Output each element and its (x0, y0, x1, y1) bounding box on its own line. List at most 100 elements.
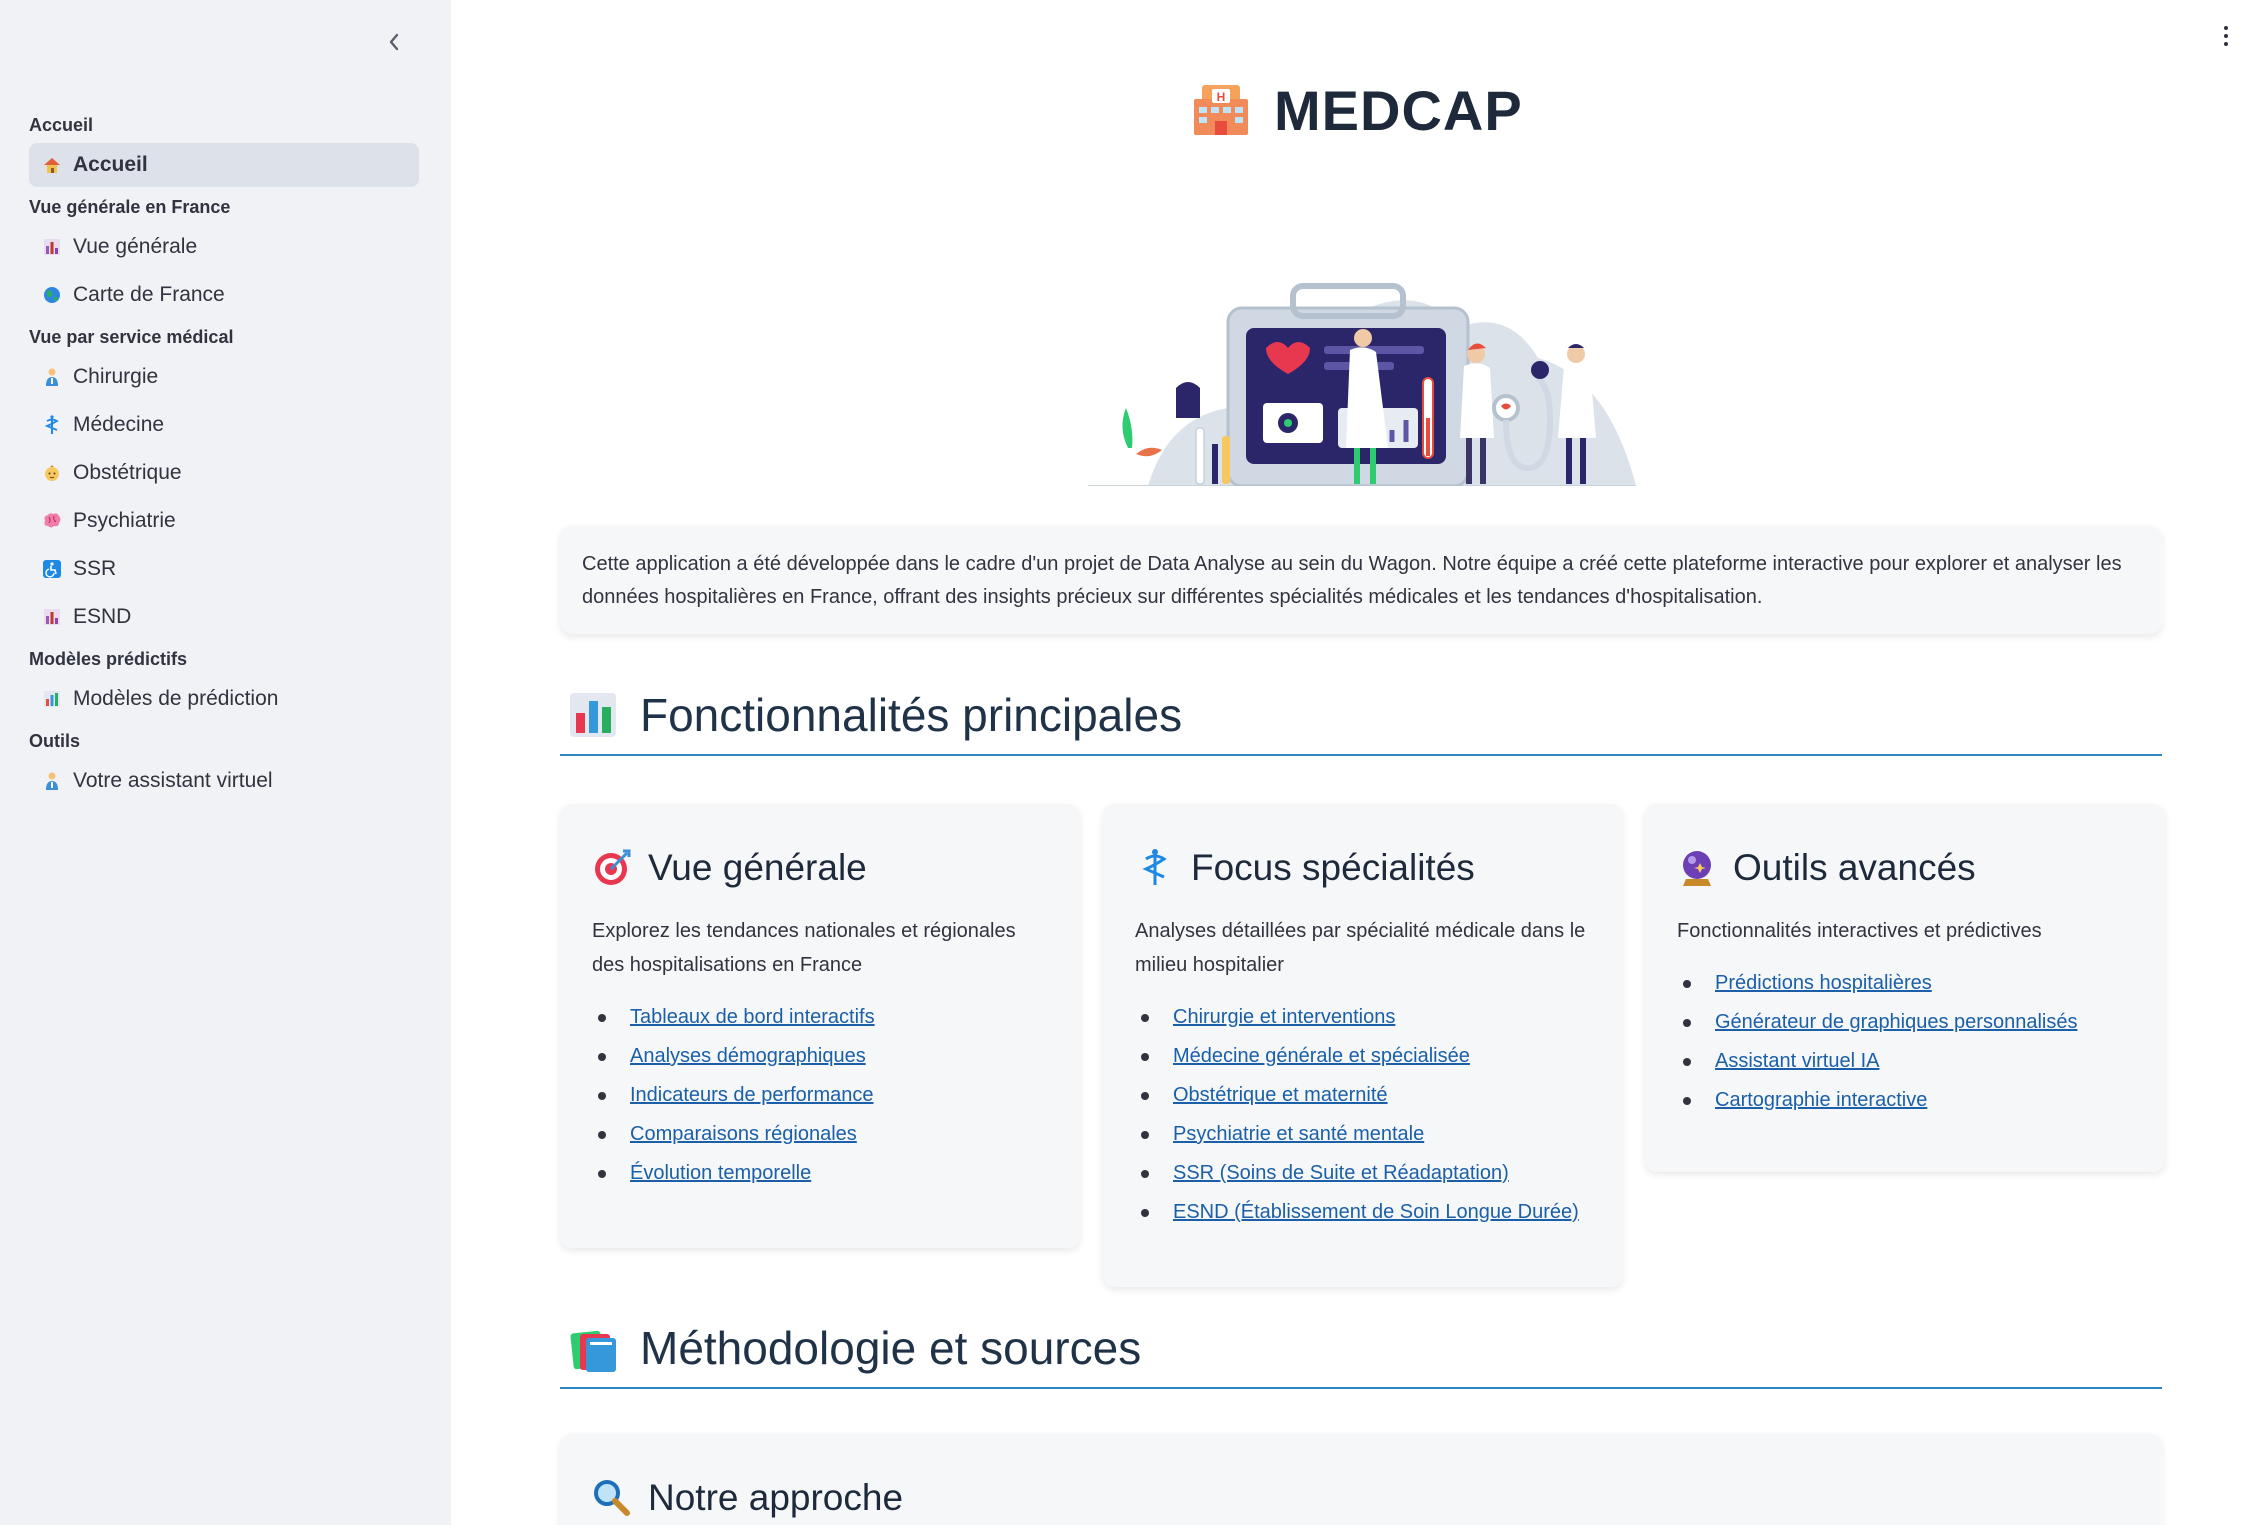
sidebar-item-label: Modèles de prédiction (73, 687, 279, 710)
methodology-title: Méthodologie et sources (640, 1322, 1142, 1374)
link-comparaisons-regionales[interactable]: Comparaisons régionales (630, 1123, 857, 1145)
link-predictions[interactable]: Prédictions hospitalières (1715, 972, 1932, 994)
card-title: Outils avancés (1677, 844, 2133, 892)
link-evolution-temporelle[interactable]: Évolution temporelle (630, 1162, 811, 1184)
card-title-text: Vue générale (648, 847, 867, 888)
sidebar-item-label: Obstétrique (73, 461, 182, 484)
sidebar-item-label: Accueil (73, 153, 148, 176)
list-item: Assistant virtuel IA (1677, 1042, 2133, 1081)
target-icon (592, 848, 632, 888)
link-medecine[interactable]: Médecine générale et spécialisée (1173, 1045, 1470, 1067)
sidebar-item-label: Carte de France (73, 283, 225, 306)
card-description: Analyses détaillées par spécialité médic… (1135, 920, 1586, 976)
globe-icon (41, 284, 63, 306)
card-description: Fonctionnalités interactives et prédicti… (1677, 920, 2042, 942)
medical-symbol-icon (1135, 848, 1175, 888)
sidebar-item-vue-generale[interactable]: Vue générale (29, 225, 419, 269)
medical-symbol-icon (41, 414, 63, 436)
link-tableaux-de-bord[interactable]: Tableaux de bord interactifs (630, 1006, 875, 1028)
sidebar-item-medecine[interactable]: Médecine (29, 403, 419, 447)
link-generateur-graphiques[interactable]: Générateur de graphiques personnalisés (1715, 1011, 2077, 1033)
list-item: Obstétrique et maternité (1135, 1076, 1591, 1115)
bar-chart-icon (41, 606, 63, 628)
card-title-text: Focus spécialités (1191, 847, 1475, 888)
sidebar: Accueil Accueil Vue générale en France V… (0, 0, 451, 1525)
card-title-text: Outils avancés (1733, 847, 1976, 888)
intro-card: Cette application a été développée dans … (560, 526, 2162, 634)
sidebar-item-label: Votre assistant virtuel (73, 769, 273, 792)
intro-text: Cette application a été développée dans … (582, 553, 2122, 608)
features-heading: Fonctionnalités principales (560, 676, 2162, 756)
link-assistant-ia[interactable]: Assistant virtuel IA (1715, 1050, 1880, 1072)
list-item: Comparaisons régionales (592, 1115, 1048, 1154)
link-analyses-demographiques[interactable]: Analyses démographiques (630, 1045, 866, 1067)
crystal-ball-icon (1677, 848, 1717, 888)
list-item: Tableaux de bord interactifs (592, 998, 1048, 1037)
health-worker-icon (41, 770, 63, 792)
bar-chart-icon (41, 688, 63, 710)
list-item: SSR (Soins de Suite et Réadaptation) (1135, 1154, 1591, 1193)
sidebar-item-accueil[interactable]: Accueil (29, 143, 419, 187)
card-description: Explorez les tendances nationales et rég… (592, 920, 1016, 976)
link-indicateurs-performance[interactable]: Indicateurs de performance (630, 1084, 873, 1106)
sidebar-nav: Accueil Accueil Vue générale en France V… (29, 105, 419, 807)
collapse-sidebar-button[interactable] (376, 24, 412, 60)
bar-chart-icon (570, 693, 616, 737)
card-title: Focus spécialités (1135, 844, 1591, 892)
link-obstetrique[interactable]: Obstétrique et maternité (1173, 1084, 1388, 1106)
chevron-left-icon (389, 33, 399, 51)
list-item: Indicateurs de performance (592, 1076, 1048, 1115)
app-title-text: MEDCAP (1274, 78, 1523, 142)
sidebar-item-ssr[interactable]: SSR (29, 547, 419, 591)
link-cartographie[interactable]: Cartographie interactive (1715, 1089, 1927, 1111)
books-icon (570, 1330, 616, 1372)
sidebar-item-label: Psychiatrie (73, 509, 176, 532)
sidebar-item-obstetrique[interactable]: Obstétrique (29, 451, 419, 495)
sidebar-item-modeles-prediction[interactable]: Modèles de prédiction (29, 677, 419, 721)
link-chirurgie[interactable]: Chirurgie et interventions (1173, 1006, 1395, 1028)
sidebar-item-label: SSR (73, 557, 117, 580)
nav-section-accueil: Accueil (29, 115, 94, 135)
card-link-list: Prédictions hospitalières Générateur de … (1677, 964, 2133, 1120)
hospital-icon: H (1194, 85, 1248, 135)
health-worker-icon (41, 366, 63, 388)
sidebar-item-label: Chirurgie (73, 365, 159, 388)
link-esnd[interactable]: ESND (Établissement de Soin Longue Durée… (1173, 1201, 1579, 1223)
list-item: Prédictions hospitalières (1677, 964, 2133, 1003)
feature-card-focus-specialites: Focus spécialités Analyses détaillées pa… (1103, 804, 1623, 1287)
sidebar-item-assistant[interactable]: Votre assistant virtuel (29, 759, 419, 803)
sidebar-item-label: Médecine (73, 413, 165, 436)
list-item: ESND (Établissement de Soin Longue Durée… (1135, 1193, 1591, 1232)
sidebar-item-psychiatrie[interactable]: Psychiatrie (29, 499, 419, 543)
bar-chart-icon (41, 236, 63, 258)
nav-section-service-medical: Vue par service médical (29, 327, 234, 347)
card-link-list: Chirurgie et interventions Médecine géné… (1135, 998, 1591, 1232)
magnifier-icon (592, 1478, 632, 1518)
sidebar-item-label: ESND (73, 605, 132, 628)
card-title: Vue générale (592, 844, 1048, 892)
list-item: Chirurgie et interventions (1135, 998, 1591, 1037)
card-link-list: Tableaux de bord interactifs Analyses dé… (592, 998, 1048, 1193)
sidebar-item-label: Vue générale (73, 235, 198, 258)
baby-icon (41, 462, 63, 484)
house-icon (41, 154, 63, 176)
sidebar-item-carte-de-france[interactable]: Carte de France (29, 273, 419, 317)
sidebar-item-chirurgie[interactable]: Chirurgie (29, 355, 419, 399)
link-ssr[interactable]: SSR (Soins de Suite et Réadaptation) (1173, 1162, 1509, 1184)
wheelchair-icon (41, 558, 63, 580)
sidebar-item-esnd[interactable]: ESND (29, 595, 419, 639)
nav-section-outils: Outils (29, 731, 81, 751)
page-title: H MEDCAP (1190, 70, 1523, 150)
brain-icon (41, 510, 63, 532)
kebab-menu-icon[interactable] (2216, 20, 2236, 52)
list-item: Médecine générale et spécialisée (1135, 1037, 1591, 1076)
list-item: Psychiatrie et santé mentale (1135, 1115, 1591, 1154)
nav-section-modeles: Modèles prédictifs (29, 649, 188, 669)
list-item: Générateur de graphiques personnalisés (1677, 1003, 2133, 1042)
feature-card-vue-generale: Vue générale Explorez les tendances nati… (560, 804, 1080, 1248)
features-title: Fonctionnalités principales (640, 689, 1183, 741)
link-psychiatrie[interactable]: Psychiatrie et santé mentale (1173, 1123, 1424, 1145)
nav-section-vue-generale: Vue générale en France (29, 197, 231, 217)
list-item: Évolution temporelle (592, 1154, 1048, 1193)
methodology-heading: Méthodologie et sources (560, 1309, 2162, 1389)
